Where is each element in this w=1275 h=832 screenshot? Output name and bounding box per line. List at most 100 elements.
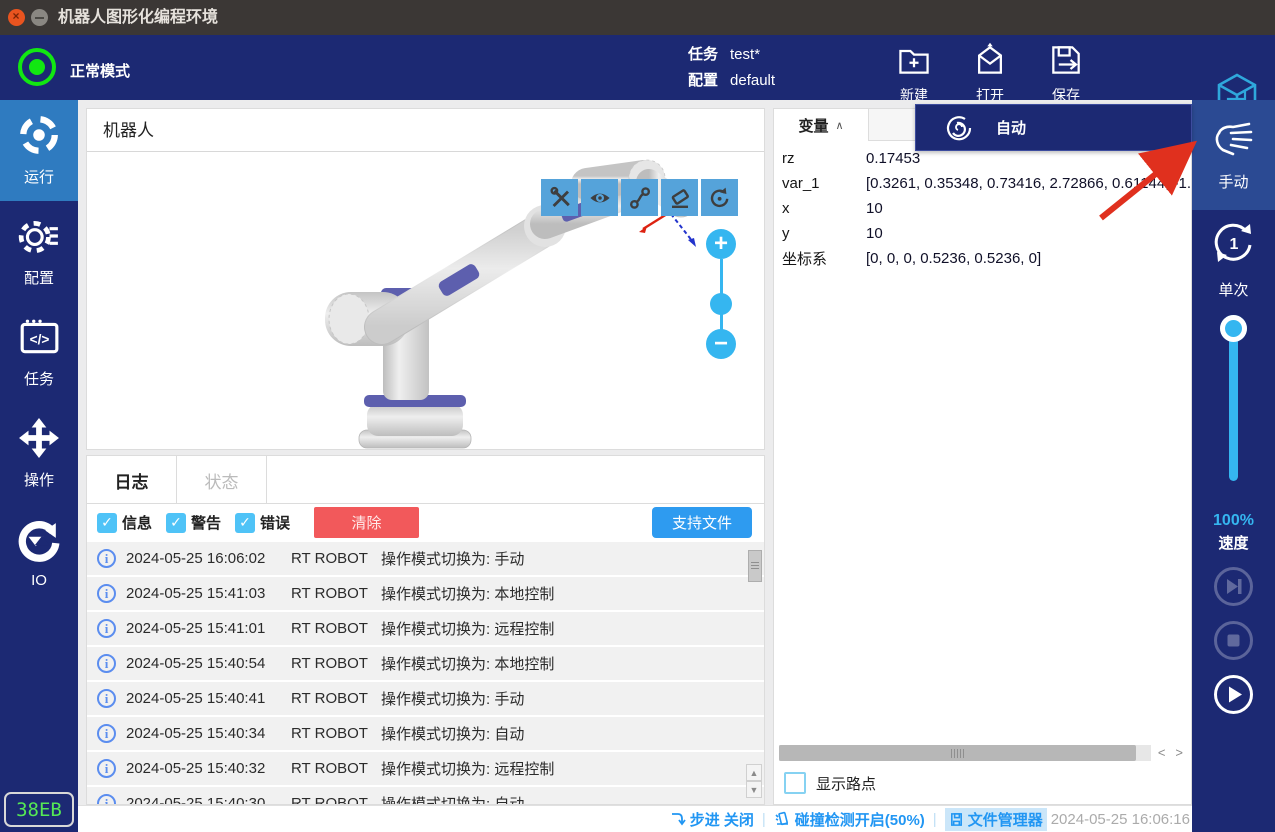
variable-value: [0.3261, 0.35348, 0.73416, 2.72866, 0.61…	[866, 175, 1191, 192]
log-message: 操作模式切换为: 手动	[381, 548, 764, 569]
log-row[interactable]: i 2024-05-25 15:40:30 RT ROBOT 操作模式切换为: …	[87, 787, 764, 804]
log-scrollbar-buttons: ▲ ▼	[746, 764, 762, 798]
log-row[interactable]: i 2024-05-25 15:40:54 RT ROBOT 操作模式切换为: …	[87, 647, 764, 680]
log-row[interactable]: i 2024-05-25 15:40:32 RT ROBOT 操作模式切换为: …	[87, 752, 764, 785]
log-time: 2024-05-25 15:40:54	[126, 655, 291, 672]
sidebar-item-label: 运行	[24, 166, 54, 187]
variable-row[interactable]: 坐标系 [0, 0, 0, 0.5236, 0.5236, 0]	[774, 246, 1191, 271]
info-icon: i	[97, 759, 116, 778]
speed-value: 100%	[1192, 512, 1275, 530]
stop-button[interactable]	[1214, 621, 1253, 660]
zoom-in-button[interactable]: +	[706, 229, 736, 259]
filter-info-checkbox[interactable]	[97, 513, 117, 533]
show-waypoints-row: 显示路点	[784, 772, 876, 794]
zoom-slider-handle[interactable]	[710, 293, 732, 315]
log-scrollbar-thumb[interactable]	[748, 550, 762, 582]
hand-icon	[1209, 120, 1259, 167]
filter-info-label: 信息	[122, 512, 152, 533]
collision-detect-status[interactable]: 碰撞检测开启(50%)	[774, 809, 925, 830]
variable-row[interactable]: var_1 [0.3261, 0.35348, 0.73416, 2.72866…	[774, 171, 1191, 196]
show-waypoints-checkbox[interactable]	[784, 772, 806, 794]
sidebar-item-io[interactable]: IO	[0, 504, 78, 605]
variables-hscrollbar[interactable]	[779, 745, 1151, 761]
speed-slider-track[interactable]	[1229, 329, 1238, 481]
log-message: 操作模式切换为: 本地控制	[381, 583, 764, 604]
status-code-badge: 38EB	[4, 792, 74, 827]
variable-value: 10	[866, 200, 1191, 217]
eye-icon[interactable]	[581, 179, 618, 216]
log-row[interactable]: i 2024-05-25 16:06:02 RT ROBOT 操作模式切换为: …	[87, 542, 764, 575]
filter-warning-checkbox[interactable]	[166, 513, 186, 533]
log-row[interactable]: i 2024-05-25 15:41:01 RT ROBOT 操作模式切换为: …	[87, 612, 764, 645]
speed-label: 速度	[1192, 532, 1275, 553]
settings-gear-icon	[18, 215, 60, 262]
log-row[interactable]: i 2024-05-25 15:40:41 RT ROBOT 操作模式切换为: …	[87, 682, 764, 715]
info-icon: i	[97, 619, 116, 638]
scroll-down-icon[interactable]: ▼	[746, 781, 762, 798]
sidebar-item-run[interactable]: 运行	[0, 100, 78, 201]
support-file-button[interactable]: 支持文件	[652, 507, 752, 538]
log-message: 操作模式切换为: 远程控制	[381, 618, 764, 639]
tab-log[interactable]: 日志	[87, 456, 177, 504]
new-button[interactable]: 新建	[876, 37, 952, 99]
svg-text:</>: </>	[30, 332, 50, 347]
main-area: 机器人	[78, 100, 1192, 832]
tab-status[interactable]: 状态	[177, 456, 267, 504]
single-run-button[interactable]: 1 单次	[1192, 218, 1275, 300]
manual-mode-button[interactable]: 手动	[1192, 100, 1275, 210]
tools-icon[interactable]	[541, 179, 578, 216]
show-waypoints-label: 显示路点	[816, 773, 876, 794]
robot-panel: 机器人	[86, 108, 765, 450]
save-disk-icon	[1047, 66, 1085, 83]
step-next-button[interactable]	[1214, 567, 1253, 606]
log-source: RT ROBOT	[291, 655, 381, 672]
chevron-left-icon[interactable]: <	[1158, 745, 1166, 760]
zoom-out-button[interactable]: −	[706, 329, 736, 359]
step-mode-status[interactable]: 步进 关闭	[670, 809, 754, 830]
log-time: 2024-05-25 15:40:30	[126, 795, 291, 804]
variable-value: 0.17453	[866, 150, 1191, 167]
scroll-up-icon[interactable]: ▲	[746, 764, 762, 781]
log-time: 2024-05-25 15:41:01	[126, 620, 291, 637]
io-swap-icon	[18, 520, 60, 567]
log-list: i 2024-05-25 16:06:02 RT ROBOT 操作模式切换为: …	[87, 542, 764, 804]
tab-variables[interactable]: 变量 ∧	[774, 109, 869, 141]
path-icon[interactable]	[621, 179, 658, 216]
sidebar-item-task[interactable]: </> 任务	[0, 302, 78, 403]
file-manager-button[interactable]: 文件管理器	[945, 808, 1047, 831]
rotate-view-icon[interactable]	[701, 179, 738, 216]
variable-row[interactable]: x 10	[774, 196, 1191, 221]
log-message: 操作模式切换为: 自动	[381, 723, 764, 744]
save-button[interactable]: 保存	[1028, 37, 1104, 99]
log-row[interactable]: i 2024-05-25 15:41:03 RT ROBOT 操作模式切换为: …	[87, 577, 764, 610]
filter-error-label: 错误	[260, 512, 290, 533]
variable-row[interactable]: y 10	[774, 221, 1191, 246]
eraser-icon[interactable]	[661, 179, 698, 216]
close-icon[interactable]	[8, 9, 25, 26]
sidebar-item-operate[interactable]: 操作	[0, 403, 78, 504]
new-folder-icon	[895, 66, 933, 83]
log-row[interactable]: i 2024-05-25 15:40:34 RT ROBOT 操作模式切换为: …	[87, 717, 764, 750]
speed-slider-handle[interactable]	[1220, 315, 1247, 342]
file-manager-icon	[949, 812, 964, 827]
hscrollbar-thumb[interactable]	[779, 745, 1136, 761]
mode-dropdown-item-auto[interactable]: 自动	[915, 104, 1192, 151]
play-button[interactable]	[1214, 675, 1253, 714]
app-window: 机器人图形化编程环境 正常模式 任务test* 配置default 新建 打开 …	[0, 0, 1275, 832]
log-source: RT ROBOT	[291, 725, 381, 742]
sidebar-item-config[interactable]: 配置	[0, 201, 78, 302]
chevron-right-icon[interactable]: >	[1175, 745, 1183, 760]
log-time: 2024-05-25 15:40:32	[126, 760, 291, 777]
minimize-icon[interactable]	[31, 9, 48, 26]
variable-value: [0, 0, 0, 0.5236, 0.5236, 0]	[866, 250, 1191, 267]
sidebar-item-label: 操作	[24, 469, 54, 490]
auto-spiral-icon	[944, 113, 974, 143]
log-tabs: 日志 状态	[87, 456, 764, 504]
robot-3d-view[interactable]: + −	[87, 152, 764, 449]
mode-label: 正常模式	[70, 60, 130, 81]
open-button[interactable]: 打开	[952, 37, 1028, 99]
clear-log-button[interactable]: 清除	[314, 507, 419, 538]
filter-error-checkbox[interactable]	[235, 513, 255, 533]
info-icon: i	[97, 654, 116, 673]
view-zoom-control: + −	[706, 229, 736, 359]
